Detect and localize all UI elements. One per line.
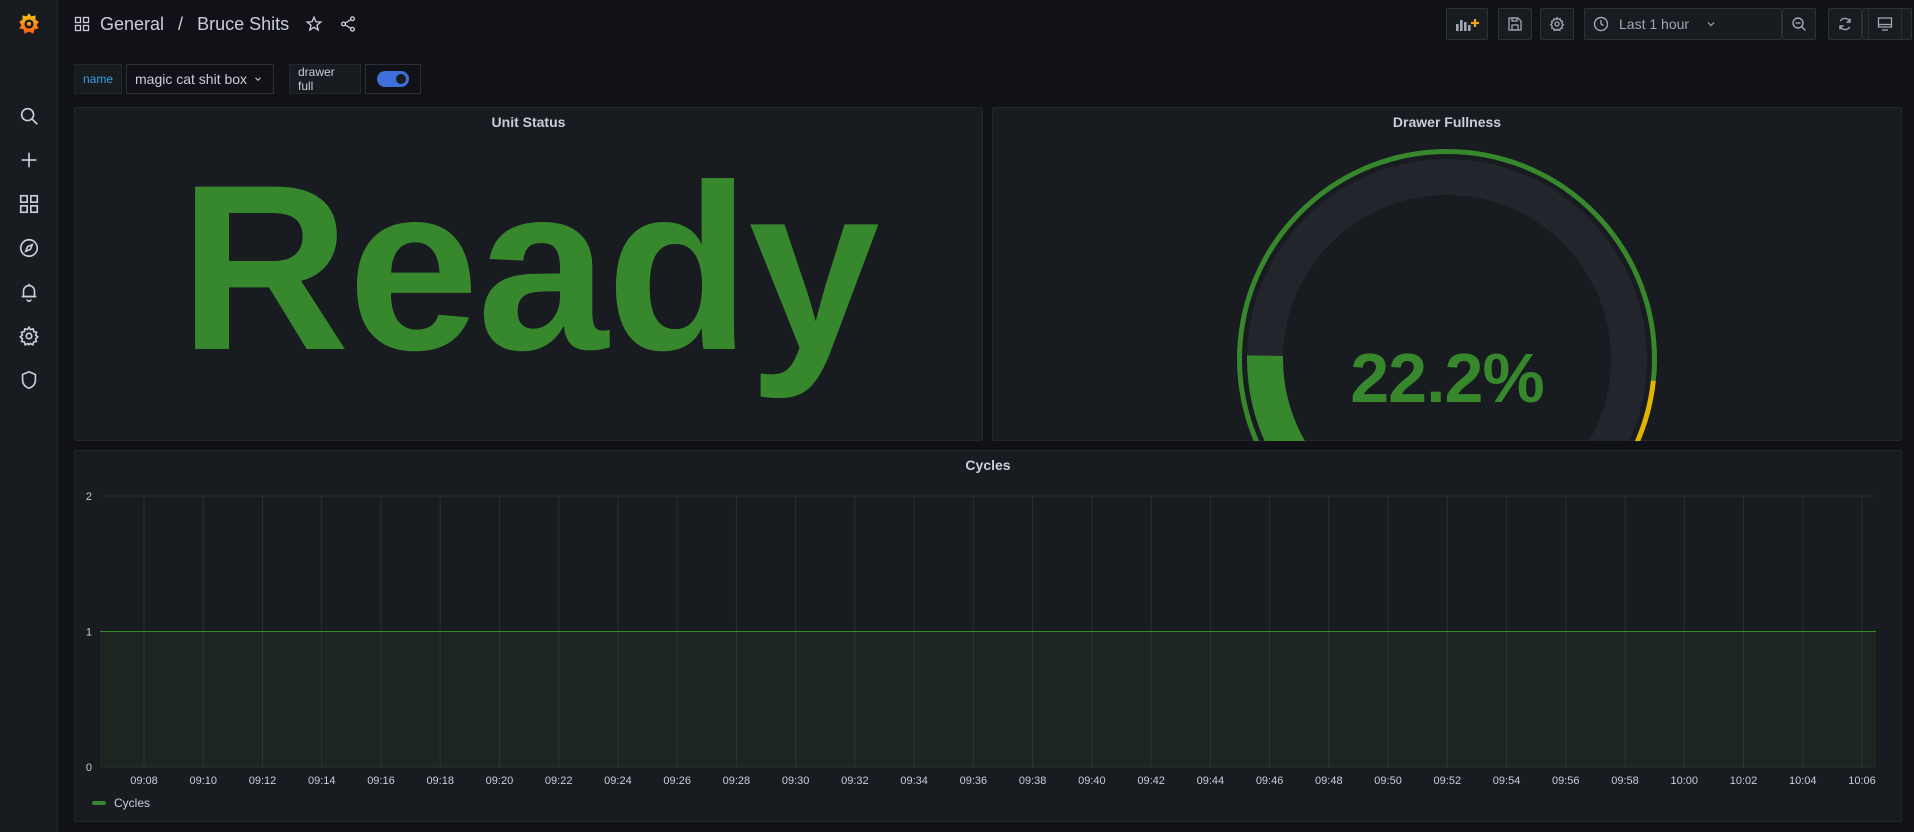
x-tick-label: 09:50	[1374, 775, 1402, 787]
add-panel-button[interactable]	[1446, 8, 1488, 40]
x-tick-label: 09:58	[1611, 775, 1639, 787]
x-tick-label: 09:26	[663, 775, 691, 787]
cycles-chart: 0 1 2 09:08 09:10 09:12 09:14 09:16 09:18 09:20 09…	[86, 491, 1876, 787]
x-tick-label: 09:44	[1197, 775, 1225, 787]
dashboard-title[interactable]: Bruce Shits	[197, 14, 289, 35]
zoom-out-icon	[1792, 17, 1806, 31]
sidebar	[0, 0, 58, 832]
x-tick-label: 09:20	[486, 775, 514, 787]
panel-title: Unit Status	[491, 114, 566, 130]
x-tick-label: 10:00	[1671, 775, 1699, 787]
monitor-icon	[1877, 17, 1893, 31]
tv-mode-button[interactable]	[1868, 8, 1902, 40]
share-icon[interactable]	[336, 12, 360, 36]
dashboard-settings-button[interactable]	[1540, 8, 1574, 40]
x-tick-label: 09:22	[545, 775, 573, 787]
variable-name-value: magic cat shit box	[135, 71, 248, 87]
x-tick-label: 10:04	[1789, 775, 1817, 787]
y-tick-label: 1	[86, 627, 92, 639]
grafana-logo-icon[interactable]	[13, 8, 45, 40]
series-area	[100, 631, 1876, 767]
x-tick-label: 09:10	[189, 775, 217, 787]
star-icon[interactable]	[302, 12, 326, 36]
x-tick-label: 09:38	[1019, 775, 1047, 787]
explore-compass-icon[interactable]	[13, 232, 45, 264]
toggle-knob	[396, 74, 406, 84]
x-tick-label: 09:48	[1315, 775, 1343, 787]
gear-icon	[1549, 16, 1565, 32]
x-tick-label: 10:02	[1730, 775, 1758, 787]
variable-drawer-label: drawer full	[289, 64, 361, 94]
x-tick-label: 09:56	[1552, 775, 1580, 787]
save-icon	[1508, 17, 1522, 31]
time-range-label: Last 1 hour	[1619, 16, 1690, 32]
add-panel-icon	[1456, 19, 1479, 31]
x-tick-label: 09:28	[723, 775, 751, 787]
chevron-down-icon	[1707, 22, 1715, 27]
zoom-out-button[interactable]	[1782, 8, 1816, 40]
plus-icon[interactable]	[13, 144, 45, 176]
x-tick-label: 09:36	[960, 775, 988, 787]
x-tick-label: 09:18	[426, 775, 454, 787]
x-tick-label: 09:46	[1256, 775, 1284, 787]
chart-legend[interactable]: Cycles	[92, 796, 150, 810]
clock-icon	[1593, 16, 1609, 32]
settings-gear-icon[interactable]	[13, 320, 45, 352]
x-tick-label: 09:14	[308, 775, 336, 787]
x-tick-label: 09:16	[367, 775, 395, 787]
search-icon[interactable]	[13, 100, 45, 132]
x-tick-label: 09:32	[841, 775, 869, 787]
x-tick-label: 09:40	[1078, 775, 1106, 787]
variable-name-select[interactable]: magic cat shit box	[126, 64, 274, 94]
alerting-bell-icon[interactable]	[13, 276, 45, 308]
dashboards-icon[interactable]	[13, 188, 45, 220]
breadcrumb: General / Bruce Shits	[74, 12, 289, 36]
x-tick-label: 09:42	[1137, 775, 1165, 787]
shield-icon[interactable]	[13, 364, 45, 396]
x-tick-label: 09:24	[604, 775, 632, 787]
x-tick-label: 09:54	[1493, 775, 1521, 787]
save-dashboard-button[interactable]	[1498, 8, 1532, 40]
x-tick-label: 09:30	[782, 775, 810, 787]
refresh-icon	[1839, 17, 1851, 31]
unit-status-value: Ready	[179, 136, 879, 400]
chevron-down-icon	[255, 77, 261, 82]
y-tick-label: 2	[86, 491, 92, 503]
y-tick-label: 0	[86, 762, 92, 774]
drawer-full-switch-wrapper	[365, 64, 421, 94]
breadcrumb-folder[interactable]: General	[100, 14, 164, 35]
x-tick-label: 09:34	[900, 775, 928, 787]
variable-name-label: name	[74, 64, 122, 94]
x-tick-label: 10:06	[1848, 775, 1876, 787]
legend-series-name: Cycles	[114, 796, 151, 810]
drawer-full-toggle[interactable]	[377, 71, 409, 87]
time-range-picker[interactable]: Last 1 hour	[1584, 8, 1782, 40]
x-tick-label: 09:12	[249, 775, 277, 787]
refresh-button[interactable]	[1828, 8, 1862, 40]
breadcrumb-separator: /	[178, 13, 184, 34]
top-bar: General / Bruce Shits Last 1 hour 5s	[58, 0, 1914, 48]
dashboards-grid-icon	[74, 16, 90, 32]
x-tick-label: 09:52	[1434, 775, 1462, 787]
x-tick-label: 09:08	[130, 775, 158, 787]
legend-swatch	[92, 801, 106, 805]
drawer-fullness-value: 22.2%	[1350, 339, 1544, 417]
